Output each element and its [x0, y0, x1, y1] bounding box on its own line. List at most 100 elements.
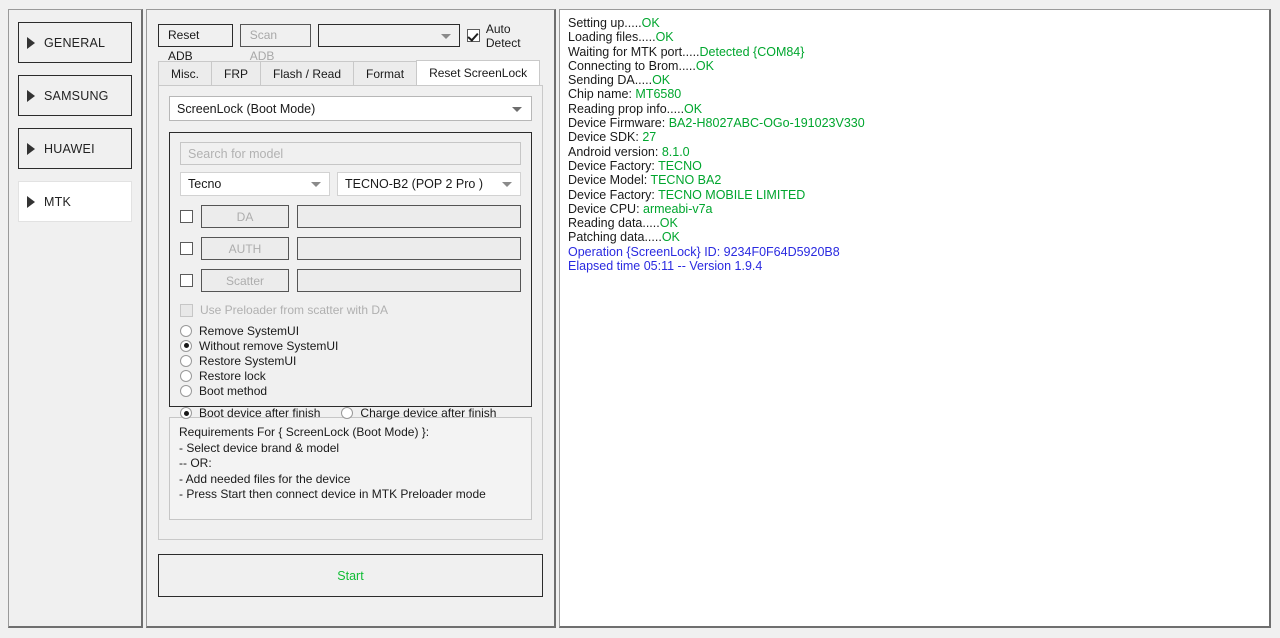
log-line-value: TECNO BA2	[650, 173, 722, 188]
auth-path-field	[297, 237, 521, 260]
model-dropdown[interactable]: TECNO-B2 (POP 2 Pro )	[337, 172, 521, 196]
log-line: Device Factory: TECNO MOBILE LIMITED	[568, 188, 1261, 202]
radio-label: Remove SystemUI	[199, 323, 300, 338]
log-line-value: armeabi-v7a	[643, 201, 713, 216]
radio-boot-method[interactable]: Boot method	[180, 383, 521, 398]
chevron-right-icon	[27, 89, 35, 102]
radio-label: Without remove SystemUI	[199, 338, 339, 353]
log-line: Device SDK: 27	[568, 130, 1261, 144]
radio-icon	[180, 369, 192, 382]
radio-label-boot-after-finish: Boot device after finish	[199, 406, 321, 420]
log-line: Device Factory: TECNO	[568, 159, 1261, 173]
log-line-value: MT6580	[635, 87, 682, 102]
log-line-label: Reading prop info.....	[568, 101, 685, 116]
log-line: Connecting to Brom.....OK	[568, 59, 1261, 73]
scatter-checkbox[interactable]	[180, 274, 193, 287]
search-model-input[interactable]	[180, 142, 521, 165]
radio-label-charge-after-finish: Charge device after finish	[360, 406, 497, 420]
log-output-panel[interactable]: Setting up.....OK Loading files.....OK Wai…	[559, 9, 1271, 628]
requirements-line: - Add needed files for the device	[179, 471, 351, 486]
sidebar-item-samsung[interactable]: SAMSUNG	[18, 75, 132, 116]
checkbox-icon	[180, 303, 193, 317]
toolbar: Reset ADB Scan ADB Auto Detect	[158, 21, 543, 63]
chevron-right-icon	[27, 36, 35, 49]
sidebar-item-mtk[interactable]: MTK	[18, 181, 132, 222]
sidebar-item-huawei[interactable]: HUAWEI	[18, 128, 132, 169]
requirements-line: Requirements For { ScreenLock (Boot Mode…	[179, 425, 430, 439]
log-line-label: Loading files.....	[568, 30, 656, 45]
auto-detect-label: Auto Detect	[485, 21, 521, 50]
da-file-row: DA	[180, 205, 521, 228]
reset-adb-button[interactable]: Reset ADB	[158, 24, 233, 63]
start-button[interactable]: Start	[158, 554, 543, 597]
check-icon	[466, 29, 480, 42]
sidebar-item-general[interactable]: GENERAL	[18, 22, 132, 63]
sidebar-item-label: GENERAL	[44, 35, 106, 50]
log-line: Setting up.....OK	[568, 16, 1261, 30]
radio-remove-systemui[interactable]: Remove SystemUI	[180, 323, 521, 338]
scatter-path-field	[297, 269, 521, 292]
tab-bar: Misc. FRP Flash / Read Format Reset Scre…	[158, 60, 543, 85]
requirements-line: - Select device brand & model	[179, 440, 340, 455]
chevron-right-icon	[27, 195, 35, 208]
log-line: Device Firmware: BA2-H8027ABC-OGo-191023…	[568, 116, 1261, 130]
brand-sidebar: GENERAL SAMSUNG HUAWEI MTK	[8, 9, 143, 628]
radio-label: Restore lock	[199, 368, 266, 383]
log-line-label: Device SDK:	[568, 130, 643, 145]
log-line-label: Patching data.....	[568, 230, 662, 245]
auth-checkbox[interactable]	[180, 242, 193, 255]
device-selection-group: Tecno TECNO-B2 (POP 2 Pro ) DA AUTH	[169, 132, 532, 420]
radio-without-remove-systemui[interactable]: Without remove SystemUI	[180, 338, 521, 353]
scatter-file-row: Scatter	[180, 269, 521, 292]
log-line-value: TECNO	[658, 158, 702, 173]
radio-icon-selected[interactable]	[180, 407, 192, 419]
log-line-label: Setting up.....	[568, 16, 642, 30]
chevron-down-icon	[440, 33, 451, 39]
brand-dropdown[interactable]: Tecno	[180, 172, 330, 196]
tab-flash-read[interactable]: Flash / Read	[260, 61, 355, 85]
log-line-value: OK	[641, 16, 660, 30]
scatter-browse-button: Scatter	[201, 269, 289, 292]
log-line-text: Elapsed time 05:11 -- Version 1.9.4	[568, 259, 763, 274]
log-line: Device CPU: armeabi-v7a	[568, 202, 1261, 216]
auto-detect-checkbox[interactable]: Auto Detect	[466, 21, 543, 50]
tab-format[interactable]: Format	[353, 61, 418, 85]
log-line-label: Android version:	[568, 144, 662, 159]
method-radio-group: Remove SystemUI Without remove SystemUI …	[180, 323, 521, 398]
log-line-value: 8.1.0	[661, 144, 690, 159]
brand-model-row: Tecno TECNO-B2 (POP 2 Pro )	[180, 172, 521, 196]
da-path-field	[297, 205, 521, 228]
com-port-dropdown[interactable]	[317, 24, 460, 47]
tab-reset-screenlock[interactable]: Reset ScreenLock	[416, 60, 541, 85]
radio-restore-lock[interactable]: Restore lock	[180, 368, 521, 383]
log-line-value: 27	[642, 130, 657, 145]
log-line-label: Sending DA.....	[568, 73, 653, 88]
log-line-value: OK	[659, 216, 678, 231]
brand-value: Tecno	[188, 177, 222, 191]
radio-label: Restore SystemUI	[199, 353, 297, 368]
sidebar-item-label: HUAWEI	[44, 141, 95, 156]
screenlock-mode-value: ScreenLock (Boot Mode)	[177, 101, 316, 116]
sidebar-item-label: MTK	[44, 194, 71, 209]
log-line: Android version: 8.1.0	[568, 145, 1261, 159]
use-preloader-checkbox: Use Preloader from scatter with DA	[180, 303, 521, 317]
main-panel: Reset ADB Scan ADB Auto Detect Misc. FRP…	[146, 9, 556, 628]
chevron-right-icon	[27, 142, 35, 155]
chevron-down-icon	[311, 182, 321, 187]
log-line-label: Connecting to Brom.....	[568, 58, 696, 73]
log-line-label: Reading data.....	[568, 216, 660, 231]
scan-adb-button: Scan ADB	[239, 24, 311, 63]
tab-frp[interactable]: FRP	[211, 61, 261, 85]
model-value: TECNO-B2 (POP 2 Pro )	[345, 177, 483, 191]
log-line: Chip name: MT6580	[568, 87, 1261, 101]
sidebar-item-label: SAMSUNG	[44, 88, 109, 103]
log-line-value: OK	[695, 58, 714, 73]
da-checkbox[interactable]	[180, 210, 193, 223]
log-line-label: Device Factory:	[568, 187, 659, 202]
screenlock-mode-dropdown[interactable]: ScreenLock (Boot Mode)	[169, 96, 532, 121]
radio-restore-systemui[interactable]: Restore SystemUI	[180, 353, 521, 368]
tab-misc[interactable]: Misc.	[158, 61, 212, 85]
log-line-value: Detected {COM84}	[699, 44, 805, 59]
log-line-label: Device Firmware:	[568, 116, 669, 131]
log-line-label: Device Model:	[568, 173, 651, 188]
